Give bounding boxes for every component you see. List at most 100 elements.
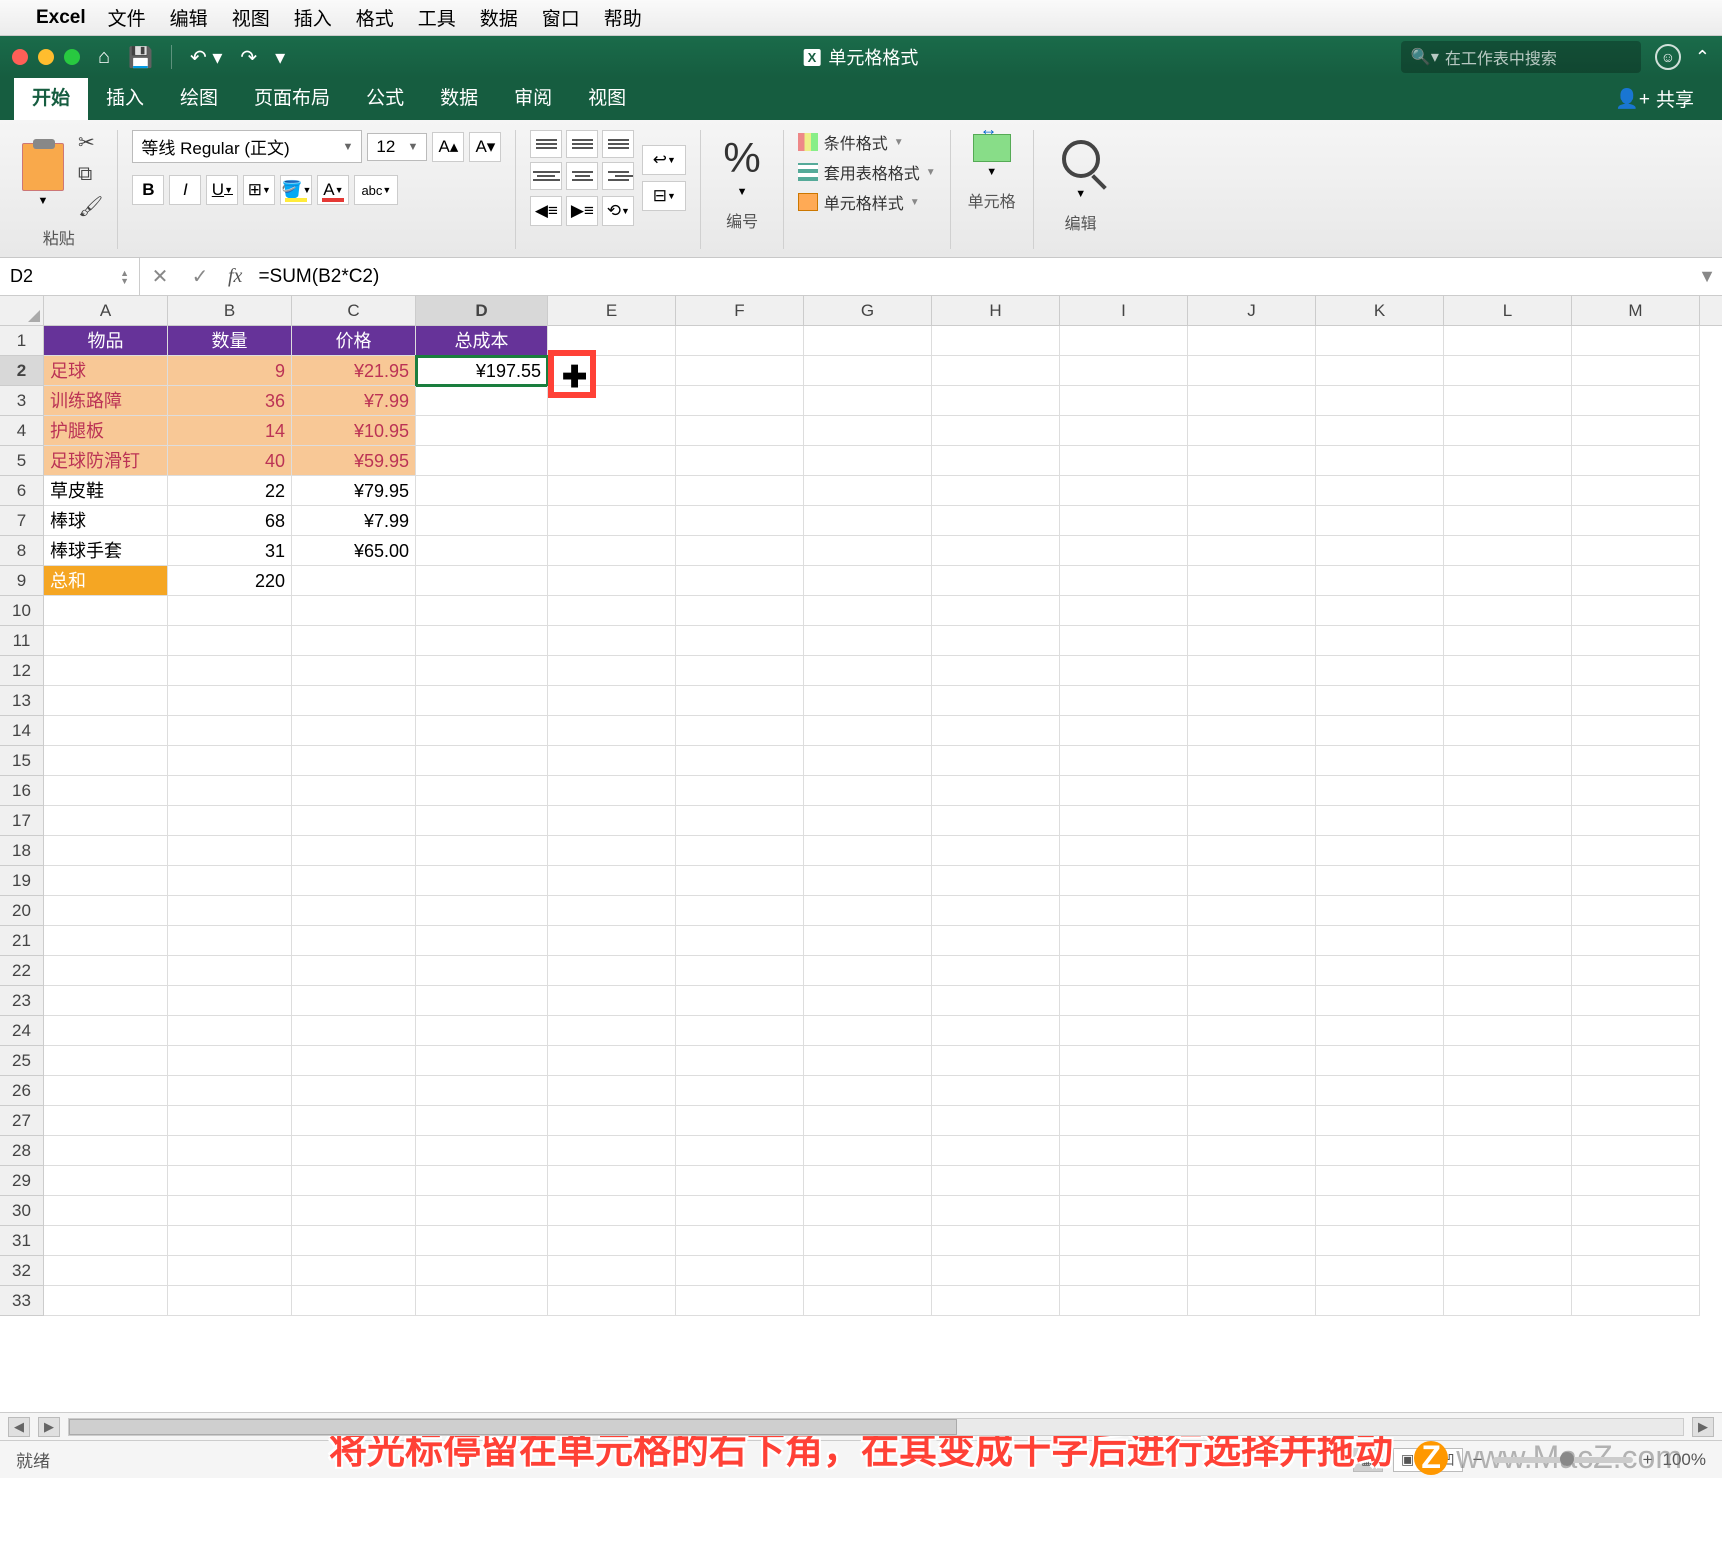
cell[interactable]: ¥59.95	[292, 446, 416, 476]
cell[interactable]	[44, 1136, 168, 1166]
cell[interactable]	[1188, 506, 1316, 536]
cell[interactable]	[1188, 326, 1316, 356]
cell[interactable]: 40	[168, 446, 292, 476]
row-header-19[interactable]: 19	[0, 866, 43, 896]
cell[interactable]	[1572, 746, 1700, 776]
cell[interactable]	[1316, 1016, 1444, 1046]
cell[interactable]	[44, 776, 168, 806]
wrap-text-icon[interactable]: ↩▼	[642, 145, 686, 175]
cell[interactable]	[1060, 1256, 1188, 1286]
cell[interactable]	[1444, 746, 1572, 776]
row-header-4[interactable]: 4	[0, 416, 43, 446]
bold-button[interactable]: B	[132, 175, 164, 205]
cell[interactable]	[1188, 806, 1316, 836]
cell[interactable]	[1188, 866, 1316, 896]
col-header-F[interactable]: F	[676, 296, 804, 325]
cell[interactable]: 68	[168, 506, 292, 536]
row-header-20[interactable]: 20	[0, 896, 43, 926]
cell[interactable]	[548, 716, 676, 746]
row-header-3[interactable]: 3	[0, 386, 43, 416]
cell[interactable]	[1572, 716, 1700, 746]
cell[interactable]	[676, 1136, 804, 1166]
cell[interactable]	[1188, 776, 1316, 806]
cell[interactable]	[676, 536, 804, 566]
cell[interactable]	[292, 866, 416, 896]
collapse-ribbon-icon[interactable]: ⌃	[1695, 47, 1710, 68]
cell[interactable]	[932, 536, 1060, 566]
cell[interactable]	[1572, 1046, 1700, 1076]
cell[interactable]	[1572, 836, 1700, 866]
cell[interactable]	[1188, 476, 1316, 506]
cell[interactable]	[804, 656, 932, 686]
formula-input[interactable]: =SUM(B2*C2)	[250, 266, 1692, 288]
cell[interactable]: ¥7.99	[292, 386, 416, 416]
align-left-icon[interactable]	[530, 162, 562, 190]
row-header-33[interactable]: 33	[0, 1286, 43, 1316]
cell[interactable]	[292, 1256, 416, 1286]
cell[interactable]	[44, 596, 168, 626]
cell[interactable]	[932, 746, 1060, 776]
cell[interactable]	[1572, 806, 1700, 836]
cell[interactable]	[1444, 1016, 1572, 1046]
cell[interactable]	[1572, 1286, 1700, 1316]
cell[interactable]	[1444, 716, 1572, 746]
cell-styles-button[interactable]: 单元格样式▼	[798, 190, 936, 214]
cell[interactable]	[292, 1106, 416, 1136]
cell[interactable]	[44, 716, 168, 746]
cell[interactable]	[804, 1076, 932, 1106]
cell[interactable]	[1572, 596, 1700, 626]
cell[interactable]: 物品	[44, 326, 168, 356]
fill-color-button[interactable]: 🪣▼	[280, 175, 312, 205]
cell[interactable]	[44, 896, 168, 926]
cell[interactable]	[932, 1196, 1060, 1226]
zoom-slider[interactable]	[1493, 1457, 1633, 1463]
cell[interactable]	[548, 866, 676, 896]
row-header-9[interactable]: 9	[0, 566, 43, 596]
phonetic-button[interactable]: abc▼	[354, 175, 398, 205]
cell[interactable]	[416, 926, 548, 956]
cell[interactable]	[548, 836, 676, 866]
cell[interactable]	[1572, 1076, 1700, 1106]
cell[interactable]	[1188, 386, 1316, 416]
cell[interactable]	[44, 1046, 168, 1076]
cell[interactable]	[804, 1136, 932, 1166]
cell[interactable]	[44, 1016, 168, 1046]
cell[interactable]	[1316, 956, 1444, 986]
cell[interactable]	[676, 1286, 804, 1316]
cell[interactable]	[416, 1286, 548, 1316]
cell[interactable]	[676, 1256, 804, 1286]
font-color-button[interactable]: A▼	[317, 175, 349, 205]
cell[interactable]	[1060, 1106, 1188, 1136]
cell[interactable]	[1572, 356, 1700, 386]
cell[interactable]	[548, 1286, 676, 1316]
cell[interactable]	[292, 1226, 416, 1256]
border-button[interactable]: ⊞▼	[243, 175, 275, 205]
cell[interactable]	[168, 656, 292, 686]
cell[interactable]	[804, 716, 932, 746]
cell[interactable]	[1316, 1136, 1444, 1166]
cell[interactable]	[548, 536, 676, 566]
cell[interactable]	[1060, 836, 1188, 866]
cell[interactable]	[416, 776, 548, 806]
cell[interactable]	[932, 1106, 1060, 1136]
row-header-13[interactable]: 13	[0, 686, 43, 716]
cell[interactable]	[548, 956, 676, 986]
cell[interactable]	[804, 446, 932, 476]
cell[interactable]	[1188, 626, 1316, 656]
cell[interactable]	[548, 626, 676, 656]
cell[interactable]	[168, 776, 292, 806]
row-header-31[interactable]: 31	[0, 1226, 43, 1256]
col-header-G[interactable]: G	[804, 296, 932, 325]
cell[interactable]	[932, 836, 1060, 866]
cell[interactable]	[1572, 926, 1700, 956]
tab-data[interactable]: 数据	[422, 73, 496, 120]
cell[interactable]	[804, 536, 932, 566]
cell[interactable]	[416, 806, 548, 836]
cell[interactable]: 14	[168, 416, 292, 446]
cell[interactable]	[1444, 986, 1572, 1016]
cell[interactable]	[1188, 1286, 1316, 1316]
cell[interactable]	[1316, 1256, 1444, 1286]
cell[interactable]	[932, 326, 1060, 356]
cell[interactable]	[676, 386, 804, 416]
format-painter-icon[interactable]: 🖌	[78, 194, 103, 219]
